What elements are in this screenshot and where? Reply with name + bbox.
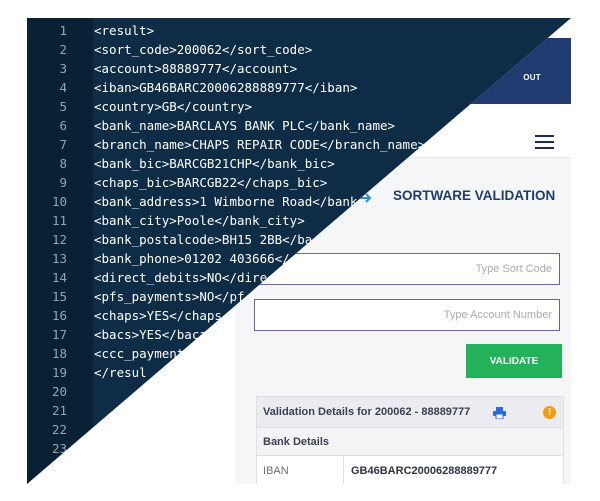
row-separator xyxy=(343,456,344,484)
line-number: 21 xyxy=(51,403,67,418)
line-number: 17 xyxy=(51,327,67,342)
line-number: 16 xyxy=(51,308,67,323)
warning-icon[interactable]: ! xyxy=(543,406,556,419)
line-number: 19 xyxy=(51,365,67,380)
hamburger-menu-icon[interactable] xyxy=(535,135,554,149)
line-number: 18 xyxy=(51,346,67,361)
line-number: 8 xyxy=(59,156,67,171)
line-number: 3 xyxy=(59,61,67,76)
line-number: 5 xyxy=(59,99,67,114)
code-text: <bacs>YES</baca xyxy=(94,327,207,342)
code-text: <iban>GB46BARC20006288889777</iban> xyxy=(94,80,358,95)
code-text: <account>88889777</account> xyxy=(94,61,298,76)
line-number: 20 xyxy=(51,384,67,399)
line-number: 1 xyxy=(59,23,67,38)
line-number: 2 xyxy=(59,42,67,57)
bank-details-header: Bank Details xyxy=(257,427,563,456)
code-text: <bank_phone>01202 403666</ xyxy=(94,251,290,266)
line-number: 10 xyxy=(51,194,67,209)
line-number: 14 xyxy=(51,270,67,285)
table-row: IBAN GB46BARC20006288889777 xyxy=(257,455,563,484)
code-text: <sort_code>200062</sort_code> xyxy=(94,42,313,57)
line-number: 4 xyxy=(59,80,67,95)
validate-button[interactable]: VALIDATE xyxy=(466,344,562,378)
code-text: <bank_address>1 Wimborne Road</bank xyxy=(94,194,358,209)
line-number: 12 xyxy=(51,232,67,247)
nav-link-logout[interactable]: OUT xyxy=(523,73,541,82)
code-text: <result> xyxy=(94,23,155,38)
code-text: <ccc_payment xyxy=(94,346,185,361)
sort-code-input[interactable] xyxy=(254,253,560,285)
bank-details-label: Bank Details xyxy=(263,436,330,448)
validation-results: Validation Details for 200062 - 88889777… xyxy=(256,396,564,484)
code-text: <direct_debits>NO</dire xyxy=(94,270,268,285)
code-text: <branch_name>CHAPS REPAIR CODE</branch_n… xyxy=(94,137,426,152)
results-title: Validation Details for 200062 - 88889777 xyxy=(263,406,471,418)
print-icon[interactable] xyxy=(493,407,506,419)
line-number: 11 xyxy=(51,213,67,228)
code-text: <chaps_bic>BARCGB22</chaps_bic> xyxy=(94,175,328,190)
row-value-iban: GB46BARC20006288889777 xyxy=(351,465,498,477)
code-text: <bank_city>Poole</bank_city> xyxy=(94,213,305,228)
code-text: <chaps>YES</chaps xyxy=(94,308,222,323)
code-text: <bank_postalcode>BH15 2BB</ba xyxy=(94,232,313,247)
code-text: <country>GB</country> xyxy=(94,99,253,114)
results-header: Validation Details for 200062 - 88889777… xyxy=(257,397,563,427)
account-number-input[interactable] xyxy=(254,299,560,331)
line-number: 9 xyxy=(59,175,67,190)
section-title: SORTWARE VALIDATION xyxy=(393,188,556,203)
code-text: </resul xyxy=(94,365,147,380)
line-number: 7 xyxy=(59,137,67,152)
row-key-iban: IBAN xyxy=(263,465,289,477)
line-number: 22 xyxy=(51,422,67,437)
code-text: <bank_bic>BARCGB21CHP</bank_bic> xyxy=(94,156,335,171)
line-number: 15 xyxy=(51,289,67,304)
line-number: 13 xyxy=(51,251,67,266)
code-text: <bank_name>BARCLAYS BANK PLC</bank_name> xyxy=(94,118,396,133)
code-text: <pfs_payments>NO</pf xyxy=(94,289,245,304)
line-number: 6 xyxy=(59,118,67,133)
